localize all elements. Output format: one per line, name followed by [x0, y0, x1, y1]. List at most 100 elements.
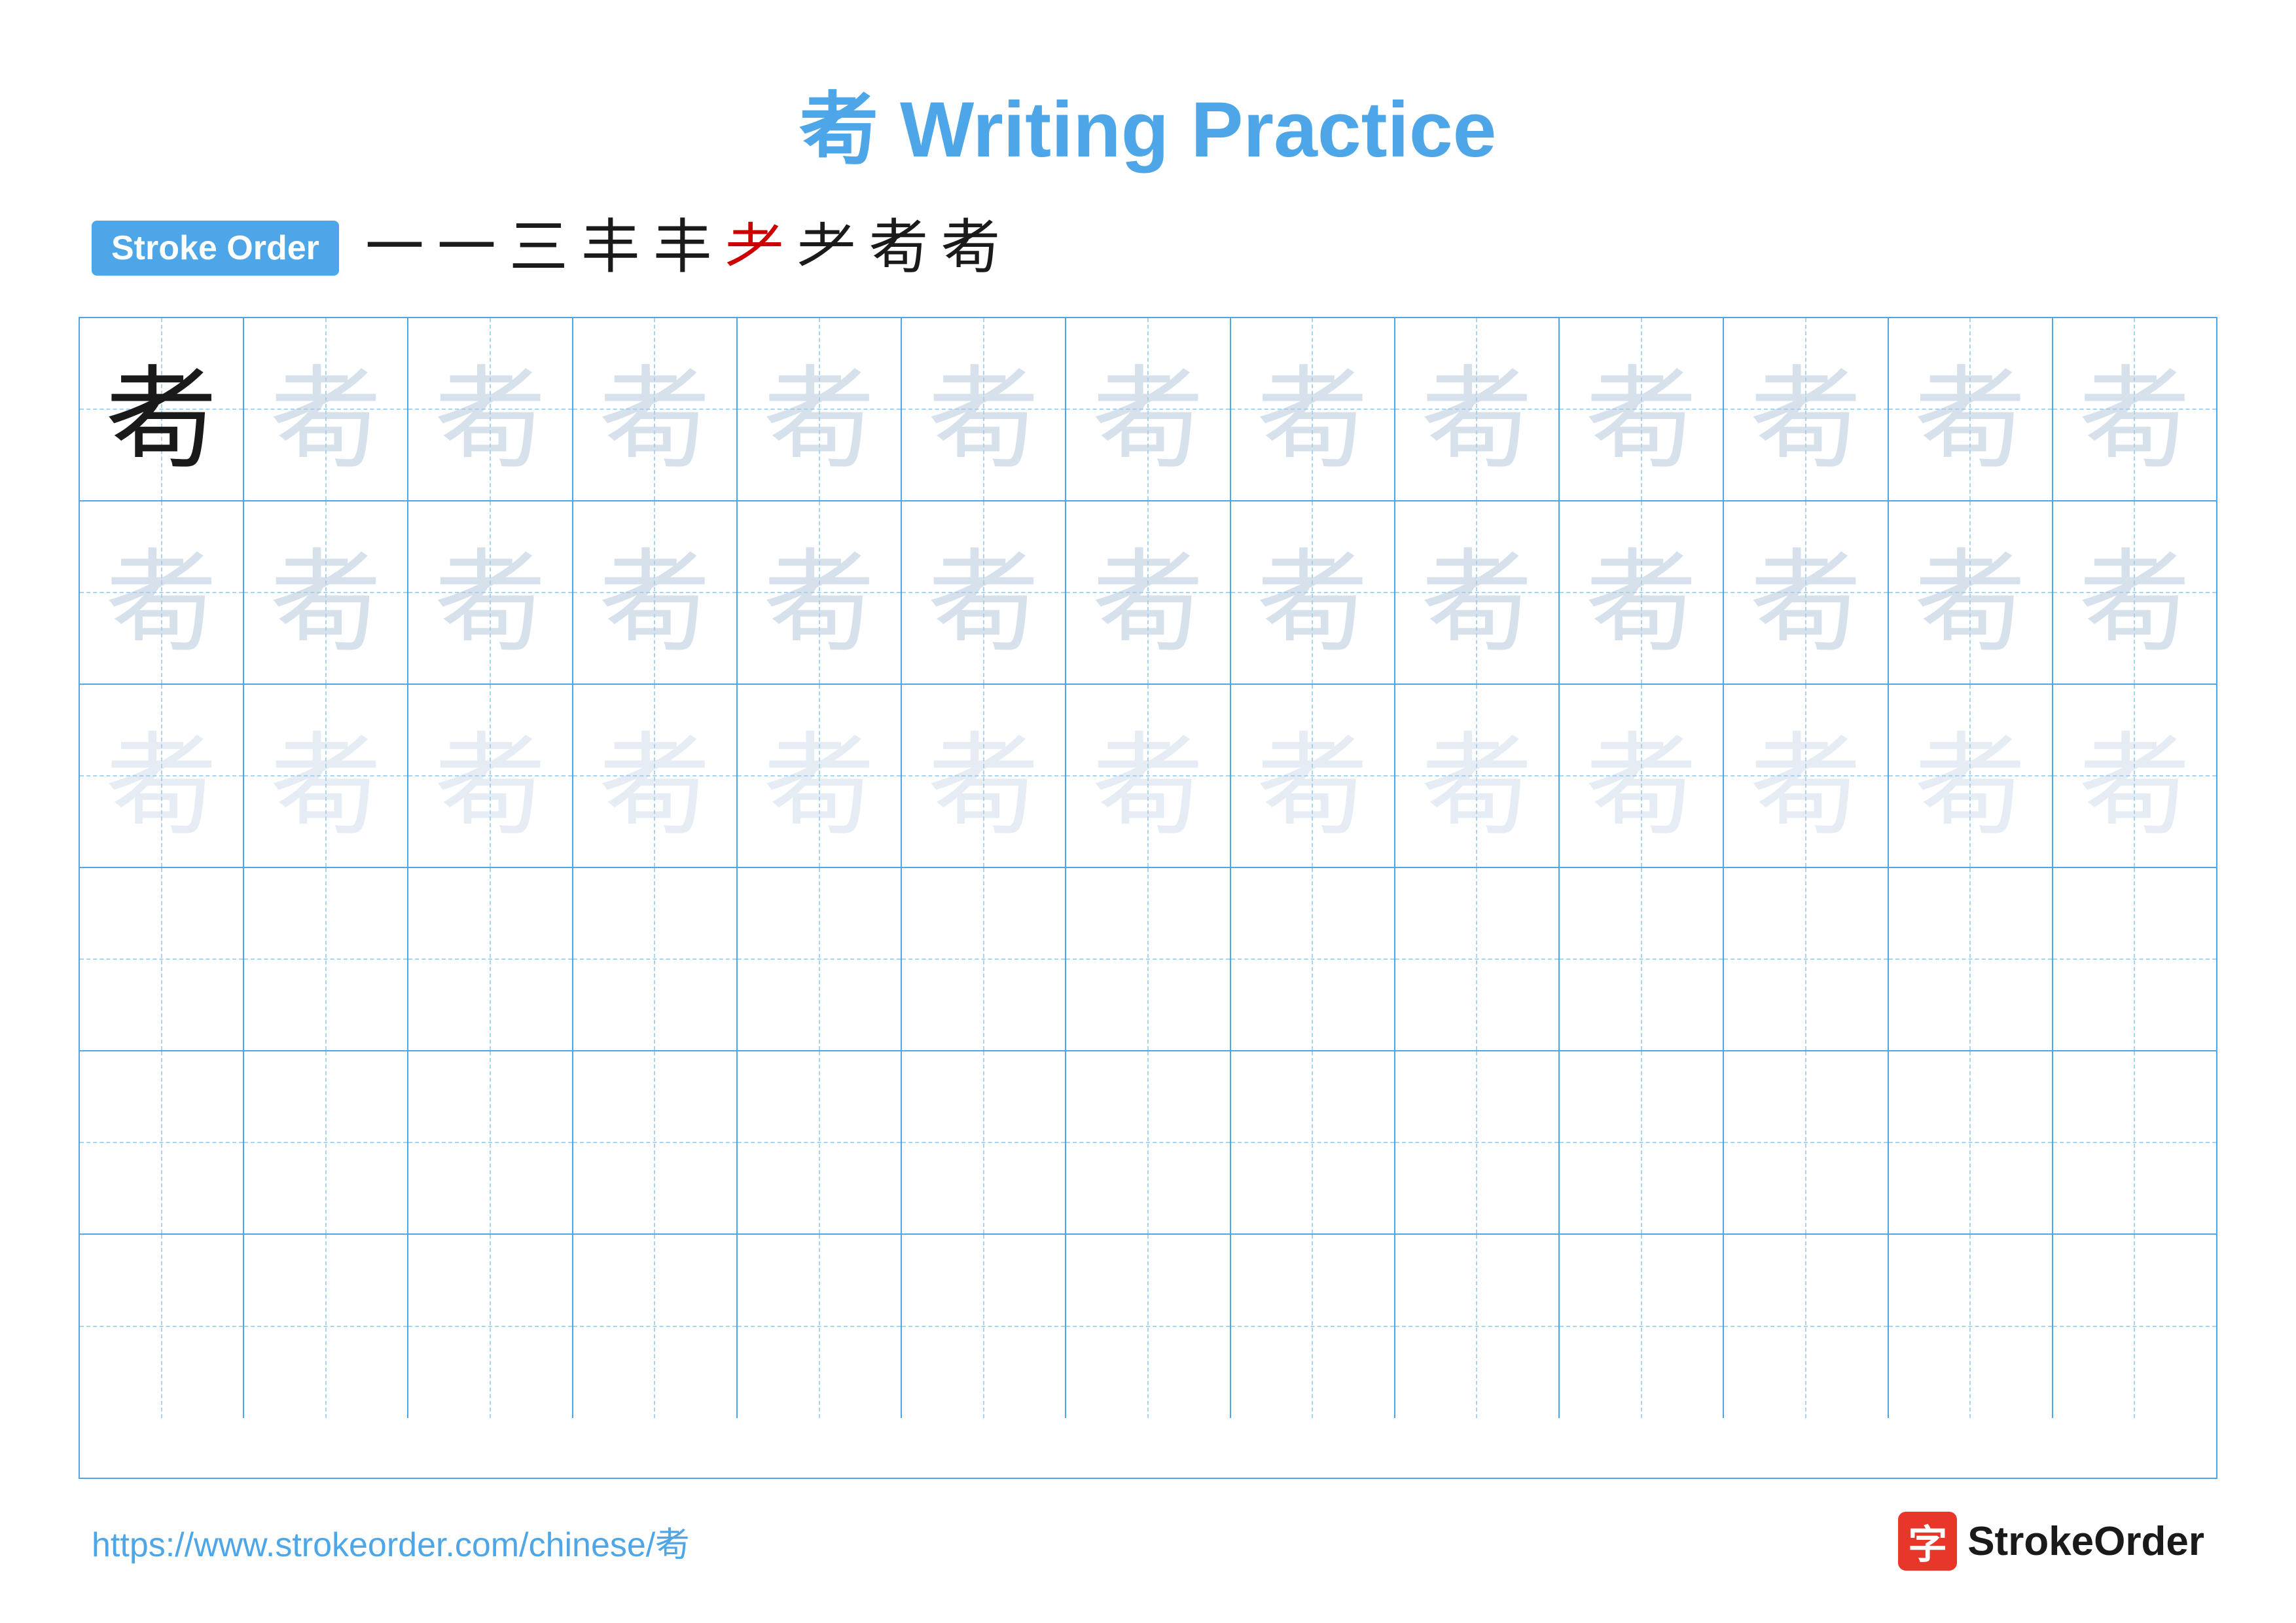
- stroke-4: 丰: [581, 219, 640, 278]
- cell-5-13[interactable]: [2053, 1051, 2216, 1233]
- cell-2-12[interactable]: 耇: [1889, 501, 2053, 684]
- cell-6-5[interactable]: [738, 1235, 902, 1418]
- grid-row-2: 耇 耇 耇 耇 耇 耇 耇 耇 耇 耇 耇 耇 耇: [80, 501, 2216, 685]
- cell-1-1[interactable]: 耇: [80, 318, 244, 500]
- cell-6-10[interactable]: [1560, 1235, 1724, 1418]
- cell-5-9[interactable]: [1395, 1051, 1560, 1233]
- cell-4-3[interactable]: [408, 868, 573, 1050]
- cell-1-13[interactable]: 耇: [2053, 318, 2216, 500]
- cell-5-5[interactable]: [738, 1051, 902, 1233]
- cell-6-13[interactable]: [2053, 1235, 2216, 1418]
- cell-1-3[interactable]: 耇: [408, 318, 573, 500]
- cell-5-10[interactable]: [1560, 1051, 1724, 1233]
- cell-6-11[interactable]: [1724, 1235, 1888, 1418]
- cell-4-9[interactable]: [1395, 868, 1560, 1050]
- stroke-order-badge: Stroke Order: [92, 221, 339, 276]
- cell-5-11[interactable]: [1724, 1051, 1888, 1233]
- stroke-sequence: 一 一 三 丰 丰 耂 耂 耇 耇: [365, 219, 1000, 278]
- cell-6-3[interactable]: [408, 1235, 573, 1418]
- cell-2-8[interactable]: 耇: [1231, 501, 1395, 684]
- cell-1-9[interactable]: 耇: [1395, 318, 1560, 500]
- page: 耇 Writing Practice Stroke Order 一 一 三 丰 …: [0, 0, 2296, 1623]
- cell-5-7[interactable]: [1066, 1051, 1230, 1233]
- stroke-9: 耇: [941, 219, 1000, 278]
- cell-2-1[interactable]: 耇: [80, 501, 244, 684]
- cell-2-10[interactable]: 耇: [1560, 501, 1724, 684]
- cell-6-8[interactable]: [1231, 1235, 1395, 1418]
- cell-2-3[interactable]: 耇: [408, 501, 573, 684]
- cell-2-11[interactable]: 耇: [1724, 501, 1888, 684]
- cell-3-12[interactable]: 耇: [1889, 685, 2053, 867]
- cell-2-13[interactable]: 耇: [2053, 501, 2216, 684]
- cell-6-12[interactable]: [1889, 1235, 2053, 1418]
- cell-1-2[interactable]: 耇: [244, 318, 408, 500]
- cell-5-1[interactable]: [80, 1051, 244, 1233]
- cell-1-11[interactable]: 耇: [1724, 318, 1888, 500]
- cell-3-8[interactable]: 耇: [1231, 685, 1395, 867]
- logo-text: StrokeOrder: [1967, 1518, 2204, 1565]
- cell-1-5[interactable]: 耇: [738, 318, 902, 500]
- cell-3-4[interactable]: 耇: [573, 685, 738, 867]
- cell-4-6[interactable]: [902, 868, 1066, 1050]
- cell-4-8[interactable]: [1231, 868, 1395, 1050]
- cell-3-2[interactable]: 耇: [244, 685, 408, 867]
- cell-3-3[interactable]: 耇: [408, 685, 573, 867]
- cell-3-5[interactable]: 耇: [738, 685, 902, 867]
- cell-6-1[interactable]: [80, 1235, 244, 1418]
- cell-3-11[interactable]: 耇: [1724, 685, 1888, 867]
- cell-5-4[interactable]: [573, 1051, 738, 1233]
- stroke-8: 耇: [869, 219, 928, 278]
- footer-logo: 字 StrokeOrder: [1898, 1512, 2204, 1571]
- stroke-2: 一: [437, 219, 496, 278]
- cell-6-2[interactable]: [244, 1235, 408, 1418]
- cell-4-13[interactable]: [2053, 868, 2216, 1050]
- cell-3-6[interactable]: 耇: [902, 685, 1066, 867]
- cell-2-9[interactable]: 耇: [1395, 501, 1560, 684]
- cell-4-4[interactable]: [573, 868, 738, 1050]
- page-title: 耇 Writing Practice: [800, 65, 1497, 179]
- stroke-5: 丰: [653, 219, 712, 278]
- footer-url[interactable]: https://www.strokeorder.com/chinese/耇: [92, 1517, 689, 1566]
- footer: https://www.strokeorder.com/chinese/耇 字 …: [79, 1512, 2217, 1571]
- cell-4-12[interactable]: [1889, 868, 2053, 1050]
- cell-4-2[interactable]: [244, 868, 408, 1050]
- grid-row-1: 耇 耇 耇 耇 耇 耇 耇 耇 耇 耇 耇 耇 耇: [80, 318, 2216, 501]
- grid-row-3: 耇 耇 耇 耇 耇 耇 耇 耇 耇 耇 耇 耇 耇: [80, 685, 2216, 868]
- cell-1-12[interactable]: 耇: [1889, 318, 2053, 500]
- cell-3-7[interactable]: 耇: [1066, 685, 1230, 867]
- cell-1-10[interactable]: 耇: [1560, 318, 1724, 500]
- cell-3-10[interactable]: 耇: [1560, 685, 1724, 867]
- grid-row-5: [80, 1051, 2216, 1235]
- cell-1-6[interactable]: 耇: [902, 318, 1066, 500]
- cell-3-9[interactable]: 耇: [1395, 685, 1560, 867]
- logo-icon: 字: [1898, 1512, 1957, 1571]
- cell-4-11[interactable]: [1724, 868, 1888, 1050]
- stroke-6: 耂: [725, 219, 784, 278]
- cell-1-8[interactable]: 耇: [1231, 318, 1395, 500]
- cell-4-5[interactable]: [738, 868, 902, 1050]
- cell-2-4[interactable]: 耇: [573, 501, 738, 684]
- stroke-order-row: Stroke Order 一 一 三 丰 丰 耂 耂 耇 耇: [79, 219, 2217, 278]
- cell-3-1[interactable]: 耇: [80, 685, 244, 867]
- cell-6-7[interactable]: [1066, 1235, 1230, 1418]
- cell-4-10[interactable]: [1560, 868, 1724, 1050]
- cell-1-7[interactable]: 耇: [1066, 318, 1230, 500]
- practice-grid: 耇 耇 耇 耇 耇 耇 耇 耇 耇 耇 耇 耇 耇 耇 耇 耇 耇 耇 耇 耇 …: [79, 317, 2217, 1479]
- cell-5-6[interactable]: [902, 1051, 1066, 1233]
- cell-5-8[interactable]: [1231, 1051, 1395, 1233]
- cell-1-4[interactable]: 耇: [573, 318, 738, 500]
- grid-row-4: [80, 868, 2216, 1051]
- cell-4-1[interactable]: [80, 868, 244, 1050]
- cell-5-12[interactable]: [1889, 1051, 2053, 1233]
- cell-6-4[interactable]: [573, 1235, 738, 1418]
- cell-2-2[interactable]: 耇: [244, 501, 408, 684]
- cell-5-2[interactable]: [244, 1051, 408, 1233]
- cell-2-6[interactable]: 耇: [902, 501, 1066, 684]
- cell-2-5[interactable]: 耇: [738, 501, 902, 684]
- cell-4-7[interactable]: [1066, 868, 1230, 1050]
- cell-6-6[interactable]: [902, 1235, 1066, 1418]
- cell-6-9[interactable]: [1395, 1235, 1560, 1418]
- cell-5-3[interactable]: [408, 1051, 573, 1233]
- cell-3-13[interactable]: 耇: [2053, 685, 2216, 867]
- cell-2-7[interactable]: 耇: [1066, 501, 1230, 684]
